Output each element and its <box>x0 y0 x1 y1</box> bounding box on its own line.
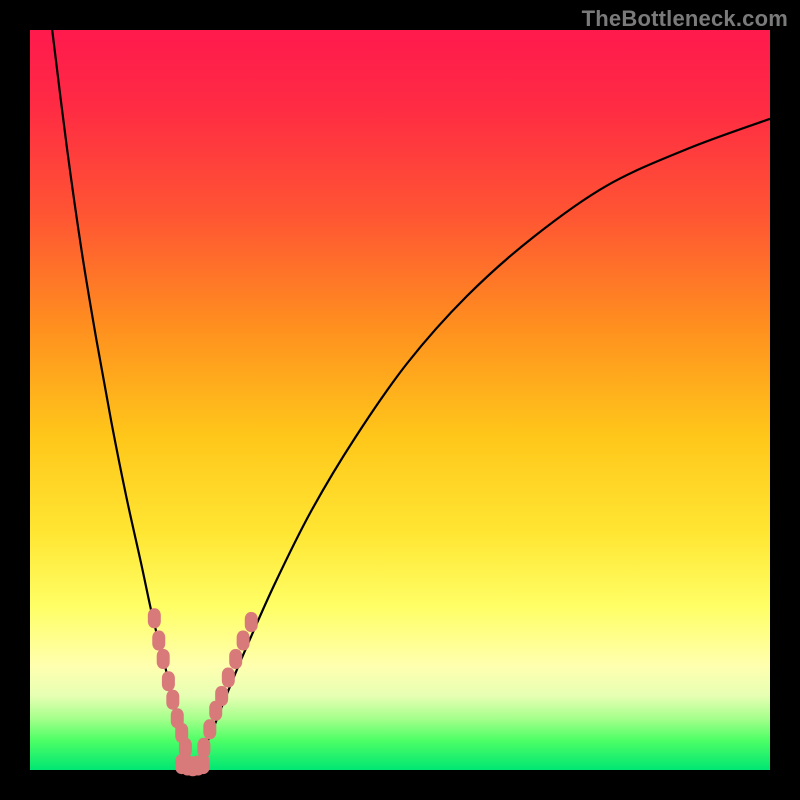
marker-point <box>148 608 161 628</box>
highlighted-markers <box>148 608 258 776</box>
marker-point <box>215 686 228 706</box>
marker-point <box>162 671 175 691</box>
marker-point <box>203 719 216 739</box>
marker-point <box>237 631 250 651</box>
marker-point <box>157 649 170 669</box>
marker-point <box>245 612 258 632</box>
marker-point <box>222 668 235 688</box>
plot-area <box>30 30 770 770</box>
curve-layer <box>30 30 770 770</box>
left-branch-path <box>52 30 193 770</box>
series-left-branch <box>52 30 193 770</box>
series-right-branch <box>193 119 770 770</box>
marker-point <box>152 631 165 651</box>
right-branch-path <box>193 119 770 770</box>
marker-point <box>197 738 210 758</box>
marker-point <box>229 649 242 669</box>
chart-frame: TheBottleneck.com <box>0 0 800 800</box>
marker-point <box>166 690 179 710</box>
watermark-text: TheBottleneck.com <box>582 6 788 32</box>
